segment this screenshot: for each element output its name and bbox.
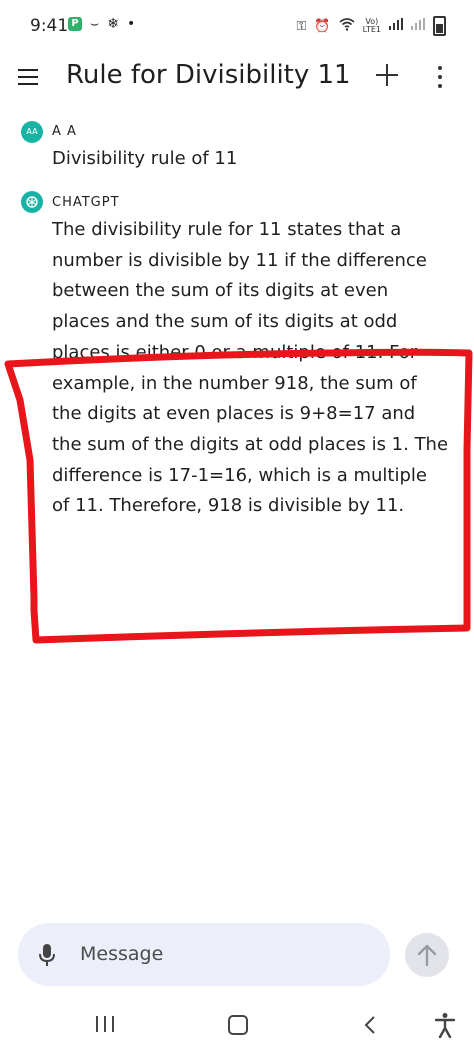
- missed-call-icon: ⌣: [90, 16, 100, 32]
- accessibility-icon[interactable]: [434, 1012, 456, 1038]
- assistant-sender-name: CHATGPT: [52, 195, 120, 210]
- new-chat-plus-icon[interactable]: [376, 64, 398, 86]
- menu-icon[interactable]: [18, 69, 38, 85]
- back-icon[interactable]: [364, 1015, 376, 1035]
- signal-2-icon: [411, 18, 425, 34]
- more-options-icon[interactable]: [437, 66, 443, 88]
- assistant-message-text: The divisibility rule for 11 states that…: [52, 219, 449, 517]
- microphone-icon[interactable]: [38, 943, 56, 967]
- more-notifications-dot-icon: •: [126, 16, 136, 32]
- user-sender-name: A A: [52, 124, 77, 139]
- chatgpt-logo-icon: [21, 191, 43, 213]
- key-icon: ⚿: [296, 18, 307, 34]
- send-button[interactable]: [405, 933, 449, 977]
- arrow-up-icon: [417, 944, 437, 966]
- system-navigation-bar: [0, 1003, 474, 1053]
- top-app-bar: Rule for Divisibility 11: [0, 52, 474, 104]
- signal-icon: [389, 18, 403, 34]
- home-icon[interactable]: [228, 1015, 248, 1035]
- volte-indicator: Vo) LTE1: [362, 17, 381, 34]
- status-system-icons: ⚿ ⏰ Vo) LTE1: [297, 16, 446, 36]
- message-composer[interactable]: Message: [18, 923, 390, 986]
- recent-apps-icon[interactable]: [96, 1016, 114, 1032]
- page-title: Rule for Divisibility 11: [66, 60, 351, 90]
- user-message-text: Divisibility rule of 11: [52, 148, 238, 169]
- battery-icon: [433, 16, 446, 36]
- message-input[interactable]: Message: [80, 943, 163, 965]
- wifi-icon: [339, 17, 355, 35]
- alarm-icon: ⏰: [314, 18, 331, 34]
- fan-icon: ❄: [107, 16, 119, 32]
- status-notification-icons: P ⌣ ❄ •: [68, 16, 135, 32]
- status-time: 9:41: [30, 16, 69, 36]
- app-notification-icon: P: [68, 17, 82, 31]
- status-bar: 9:41 P ⌣ ❄ • ⚿ ⏰ Vo) LTE1: [0, 0, 474, 52]
- user-avatar: AA: [21, 121, 43, 143]
